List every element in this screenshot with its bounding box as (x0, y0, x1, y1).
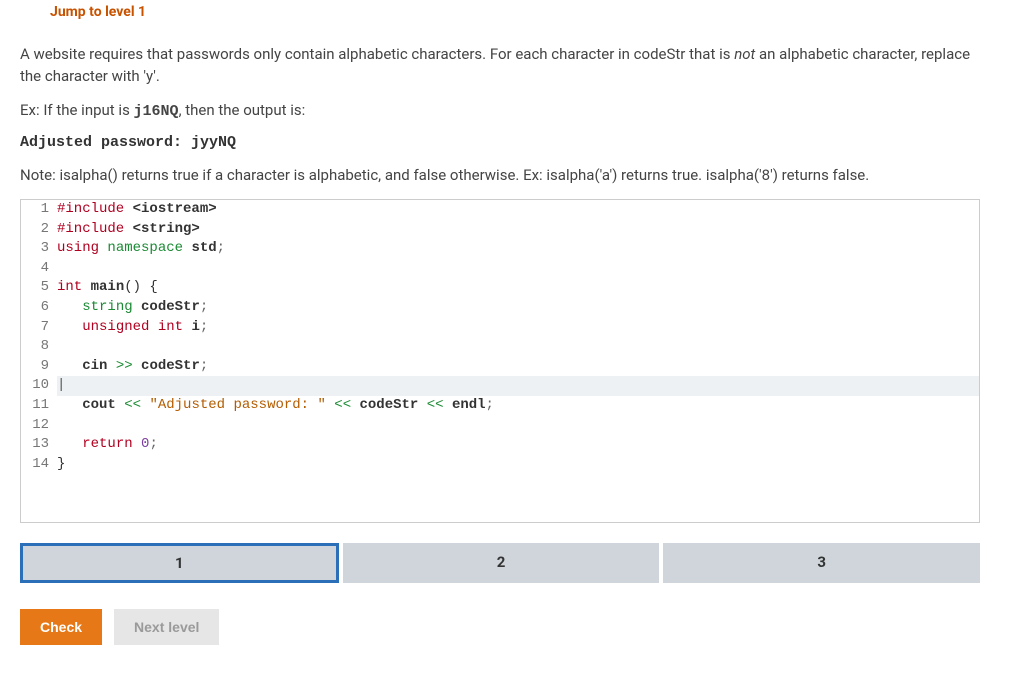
code-editor[interactable]: 1#include <iostream>2#include <string>3u… (20, 199, 980, 523)
line-number: 12 (21, 416, 57, 436)
code-line[interactable]: 2#include <string> (21, 220, 979, 240)
code-content[interactable]: string codeStr; (57, 298, 979, 318)
code-line[interactable]: 5int main() { (21, 278, 979, 298)
line-number: 4 (21, 259, 57, 279)
code-content[interactable]: int main() { (57, 278, 979, 298)
code-line[interactable]: 3using namespace std; (21, 239, 979, 259)
line-number: 1 (21, 200, 57, 220)
check-button[interactable]: Check (20, 609, 102, 645)
instr-text: A website requires that passwords only c… (20, 45, 734, 63)
instr-inline-code: j16NQ (134, 103, 179, 120)
code-line[interactable]: 10| (21, 376, 979, 396)
instr-not-emph: not (734, 45, 755, 63)
line-number: 6 (21, 298, 57, 318)
code-content[interactable]: using namespace std; (57, 239, 979, 259)
code-content[interactable]: cin >> codeStr; (57, 357, 979, 377)
instruction-paragraph-2: Ex: If the input is j16NQ, then the outp… (20, 100, 980, 123)
code-line[interactable]: 14} (21, 455, 979, 475)
code-line[interactable]: 6 string codeStr; (21, 298, 979, 318)
code-line[interactable]: 12 (21, 416, 979, 436)
code-content[interactable]: return 0; (57, 435, 979, 455)
code-content[interactable]: unsigned int i; (57, 318, 979, 338)
line-number: 3 (21, 239, 57, 259)
instruction-paragraph-1: A website requires that passwords only c… (20, 44, 980, 88)
code-content[interactable]: | (57, 376, 979, 396)
code-content[interactable]: #include <string> (57, 220, 979, 240)
line-number: 13 (21, 435, 57, 455)
code-line[interactable]: 4 (21, 259, 979, 279)
code-line[interactable]: 7 unsigned int i; (21, 318, 979, 338)
instruction-paragraph-3: Note: isalpha() returns true if a charac… (20, 165, 980, 187)
step-tab-3[interactable]: 3 (663, 543, 980, 583)
code-content[interactable]: } (57, 455, 979, 475)
next-level-button[interactable]: Next level (114, 609, 219, 645)
line-number: 10 (21, 376, 57, 396)
line-number: 11 (21, 396, 57, 416)
code-line[interactable]: 11 cout << "Adjusted password: " << code… (21, 396, 979, 416)
step-tab-2[interactable]: 2 (343, 543, 660, 583)
code-line[interactable]: 1#include <iostream> (21, 200, 979, 220)
jump-to-level-link[interactable]: Jump to level 1 (50, 4, 146, 20)
button-row: Check Next level (20, 609, 980, 645)
step-tab-1[interactable]: 1 (20, 543, 339, 583)
line-number: 14 (21, 455, 57, 475)
line-number: 9 (21, 357, 57, 377)
instr-text: Ex: If the input is (20, 101, 134, 119)
line-number: 2 (21, 220, 57, 240)
example-output: Adjusted password: jyyNQ (20, 134, 980, 151)
step-bar: 123 (20, 543, 980, 583)
code-line[interactable]: 13 return 0; (21, 435, 979, 455)
instr-text: , then the output is: (179, 101, 306, 119)
code-content[interactable]: #include <iostream> (57, 200, 979, 220)
line-number: 7 (21, 318, 57, 338)
code-line[interactable]: 9 cin >> codeStr; (21, 357, 979, 377)
line-number: 8 (21, 337, 57, 357)
line-number: 5 (21, 278, 57, 298)
code-content[interactable]: cout << "Adjusted password: " << codeStr… (57, 396, 979, 416)
code-line[interactable]: 8 (21, 337, 979, 357)
